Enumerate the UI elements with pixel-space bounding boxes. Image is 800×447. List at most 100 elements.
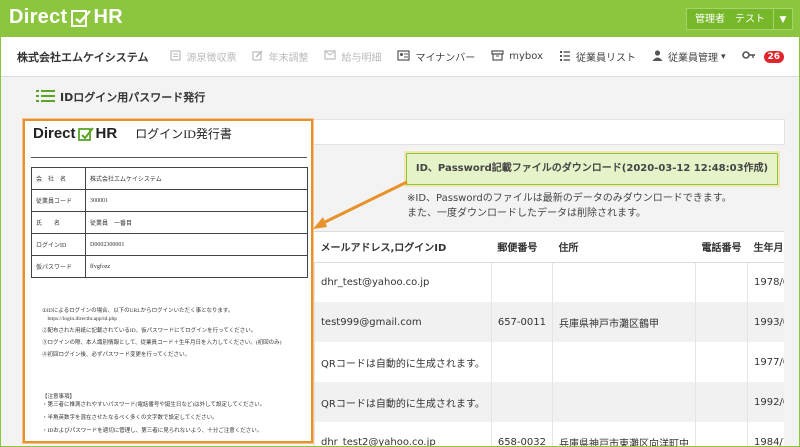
document-cautions: 【注意事項】 ・第三者に推測されやすいパスワード(電話番号や誕生日など)は外して… <box>42 393 265 435</box>
cell-address <box>551 342 696 382</box>
top-bar: Direct HR 管理者 テスト ▼ <box>1 1 799 37</box>
cell-email: dhr_test@yahoo.co.jp <box>314 262 492 302</box>
table-row[interactable]: QRコードは自動的に生成されます。 1977/08/17(42 <box>314 342 784 382</box>
brand-mark-icon <box>77 126 95 142</box>
list-icon <box>36 88 56 106</box>
cell-birthdate: 1992/02/11(28 <box>746 382 784 422</box>
caution-line: ・半角英数字を混在させたなるべく多くの文字数で設定してください。 <box>42 415 218 421</box>
login-id-document-preview: Direct HR ログインID発行書 会 社 名 株式会社エムケイシステム 従… <box>23 119 313 443</box>
nav-item-withholding-slip[interactable]: 源泉徴収票 <box>170 49 236 64</box>
nav-item-label: マイナンバー <box>415 53 476 64</box>
document-title: ログインID発行書 <box>135 127 232 141</box>
col-header-email[interactable]: メールアドレス,ログインID <box>314 232 492 263</box>
user-menu-button[interactable]: 管理者 テスト ▼ <box>686 8 793 30</box>
brand-mark-icon <box>70 8 92 28</box>
nav-item-label: mybox <box>509 51 544 62</box>
nav-item-employee-management[interactable]: 従業員管理 ▾ <box>652 49 726 64</box>
envelope-icon <box>324 50 337 63</box>
instruction-line: https://login.directhr.app/id.php <box>42 316 118 322</box>
cell-postal <box>490 342 553 382</box>
field-key: ログインID <box>31 233 86 256</box>
document-field-row: ログインID D0002300001 <box>31 233 308 256</box>
download-notes: ※ID、Passwordのファイルは最新のデータのみダウンロードできます。 また… <box>407 191 732 221</box>
field-key: 従業員コード <box>31 189 86 212</box>
brand-left: Direct <box>9 6 68 28</box>
note-line: ※ID、Passwordのファイルは最新のデータのみダウンロードできます。 <box>407 193 732 204</box>
nav-item-my-number[interactable]: マイナンバー <box>397 49 475 64</box>
instruction-line: ②配布された用紙に記載されているID、仮パスワードにてログインを行ってください。 <box>42 328 257 334</box>
field-key: 仮パスワード <box>31 255 86 278</box>
document-field-row: 仮パスワード ffvgfozz <box>31 255 308 278</box>
nav-item-employee-list[interactable]: 従業員リスト <box>559 49 636 64</box>
col-header-address[interactable]: 住所 <box>552 232 696 263</box>
table-row[interactable]: dhr_test2@yahoo.co.jp 658-0032 兵庫県神戸市東灘区… <box>314 422 784 446</box>
cell-email: QRコードは自動的に生成されます。 <box>314 342 492 382</box>
cell-phone <box>694 262 748 302</box>
list-icon <box>559 50 571 64</box>
table-row[interactable]: QRコードは自動的に生成されます。 1992/02/11(28 <box>314 382 784 422</box>
brand-right: HR <box>93 6 123 28</box>
table-row[interactable]: test999@gmail.com 657-0011 兵庫県神戸市灘区鶴甲 19… <box>314 302 784 342</box>
nav-item-label: 源泉徴収票 <box>186 53 237 64</box>
field-key: 氏 名 <box>31 211 86 234</box>
caution-line: ・第三者に推測されやすいパスワード(電話番号や誕生日など)は外して設定してくださ… <box>42 402 266 408</box>
person-icon <box>652 49 663 64</box>
cell-address <box>551 382 696 422</box>
notification-badge: 26 <box>763 50 785 63</box>
brand-logo[interactable]: Direct HR <box>9 6 123 29</box>
field-value: D0002300001 <box>85 233 308 256</box>
cell-phone <box>694 342 748 382</box>
document-header: Direct HR ログインID発行書 <box>33 125 232 142</box>
key-icon <box>741 50 756 63</box>
document-fields-table: 会 社 名 株式会社エムケイシステム 従業員コード 300001 氏 名 従業員… <box>31 167 308 278</box>
nav-item-label: 従業員リスト <box>576 53 637 64</box>
chevron-down-icon: ▾ <box>721 51 726 62</box>
nav-item-mybox[interactable]: mybox <box>491 49 544 64</box>
cell-address <box>551 262 696 302</box>
cell-postal <box>490 382 553 422</box>
cell-email: test999@gmail.com <box>314 302 492 342</box>
page-header: IDログイン用パスワード発行 <box>36 88 205 106</box>
field-value: ffvgfozz <box>85 255 308 278</box>
company-name: 株式会社エムケイシステム <box>17 50 149 64</box>
download-credentials-button[interactable]: ID、Password記載ファイルのダウンロード(2020-03-12 12:4… <box>406 153 778 185</box>
cell-address: 兵庫県神戸市灘区鶴甲 <box>551 302 696 342</box>
document-logo-left: Direct <box>33 125 76 142</box>
nav-item-year-end-adjustment[interactable]: 年末調整 <box>252 49 308 64</box>
id-card-icon <box>397 49 411 64</box>
employee-table: メールアドレス,ログインID 郵便番号 住所 電話番号 生年月日 dhr_tes… <box>314 231 784 446</box>
app-window: Direct HR 管理者 テスト ▼ 株式会社エムケイシステム 源泉徴収票 年… <box>0 0 800 447</box>
nav-item-notifications[interactable]: 26 <box>741 50 785 63</box>
note-line: また、一度ダウンロードしたデータは削除されます。 <box>407 208 646 219</box>
field-value: 株式会社エムケイシステム <box>85 167 308 190</box>
document-field-row: 会 社 名 株式会社エムケイシステム <box>31 167 308 190</box>
cell-birthdate: 1984/10/12(35 <box>746 422 784 446</box>
document-divider <box>31 157 307 158</box>
field-value: 従業員 一番目 <box>85 211 308 234</box>
cell-email: QRコードは自動的に生成されます。 <box>314 382 492 422</box>
user-name: 管理者 テスト <box>686 8 773 30</box>
caution-line: ・IDおよびパスワードを適切に管理し、第三者に見られないよう、十分ご注意ください… <box>42 428 263 434</box>
cell-address: 兵庫県神戸市東灘区向洋町中 <box>551 422 696 446</box>
cell-postal: 657-0011 <box>490 302 553 342</box>
table-row[interactable]: dhr_test@yahoo.co.jp 1978/02/21(42 <box>314 262 784 302</box>
page-title: IDログイン用パスワード発行 <box>60 91 206 104</box>
col-header-phone[interactable]: 電話番号 <box>695 232 748 263</box>
document-logo: Direct HR <box>33 125 117 142</box>
nav-item-label: 年末調整 <box>268 53 309 64</box>
col-header-birthdate[interactable]: 生年月日 <box>747 232 784 263</box>
box-icon <box>491 49 504 64</box>
document-field-row: 氏 名 従業員 一番目 <box>31 211 308 234</box>
nav-item-label: 従業員管理 <box>668 53 719 64</box>
cell-birthdate: 1993/06/20(26 <box>746 302 784 342</box>
nav-item-payslip[interactable]: 給与明細 <box>324 49 381 64</box>
document-field-row: 従業員コード 300001 <box>31 189 308 212</box>
main-nav: 株式会社エムケイシステム 源泉徴収票 年末調整 給与明細 マイナンバー mybo… <box>1 37 799 77</box>
col-header-postal[interactable]: 郵便番号 <box>491 232 553 263</box>
cell-phone <box>694 302 748 342</box>
user-menu-caret-icon[interactable]: ▼ <box>773 8 793 30</box>
cell-birthdate: 1977/08/17(42 <box>746 342 784 382</box>
caution-title: 【注意事項】 <box>42 394 76 400</box>
cell-postal: 658-0032 <box>490 422 553 446</box>
cell-phone <box>694 422 748 446</box>
